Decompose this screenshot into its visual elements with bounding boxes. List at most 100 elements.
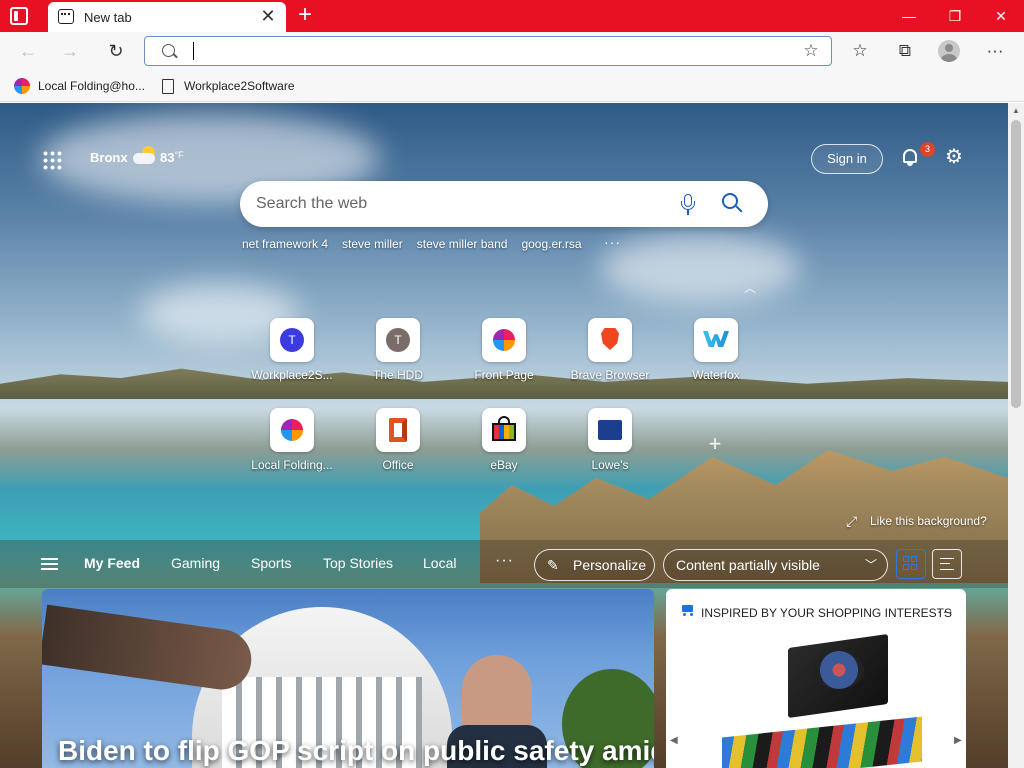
content-visibility-value: Content partially visible [676, 557, 820, 573]
like-background-label: Like this background? [870, 514, 987, 528]
pencil-icon: ✎ [547, 557, 559, 573]
tab-title: New tab [84, 10, 132, 25]
microphone-icon[interactable] [681, 194, 695, 216]
search-input[interactable] [256, 193, 656, 215]
grid-layout-button[interactable] [896, 549, 926, 579]
favorite-label: Local Folding@ho... [38, 79, 145, 93]
feed-more-button[interactable]: ··· [495, 552, 514, 570]
forward-button[interactable]: → [56, 37, 84, 65]
quick-link-workplace2software[interactable]: T Workplace2S... [244, 318, 340, 398]
quick-link-ebay[interactable]: eBay [456, 408, 552, 488]
news-photo-hand [42, 604, 256, 694]
web-search-box[interactable] [240, 181, 768, 227]
tab-actions-icon[interactable] [10, 7, 28, 25]
shopping-card[interactable]: INSPIRED BY YOUR SHOPPING INTERESTS ··· … [666, 589, 966, 768]
quick-link-the-hdd[interactable]: T The HDD [350, 318, 446, 398]
content-visibility-dropdown[interactable]: Content partially visible ﹀ [663, 549, 888, 581]
close-window-button[interactable]: ✕ [978, 0, 1024, 32]
tab-my-feed[interactable]: My Feed [84, 555, 140, 571]
like-background-button[interactable]: ⤢ Like this background? [846, 514, 987, 528]
quick-link-label: Lowe's [591, 458, 629, 472]
quick-link-label: Front Page [474, 368, 534, 382]
list-layout-button[interactable] [932, 549, 962, 579]
back-button[interactable]: ← [14, 37, 42, 65]
quick-link-front-page[interactable]: Front Page [456, 318, 552, 398]
profile-avatar[interactable] [938, 40, 960, 62]
navigation-toolbar: ← → ↻ ☆ ☆ ⧉ ··· [0, 32, 1024, 70]
gear-icon[interactable]: ⚙ [944, 147, 964, 167]
bell-icon[interactable] [901, 148, 919, 166]
trending-search-item[interactable]: goog.er.rsa [521, 237, 581, 251]
letter-avatar-icon: T [376, 318, 420, 362]
chevron-up-icon[interactable]: ︿ [744, 279, 758, 295]
office-icon [376, 408, 420, 452]
search-icon [162, 44, 175, 57]
text-caret [193, 42, 194, 60]
carousel-prev-icon[interactable]: ◀ [670, 735, 678, 746]
new-tab-page: Bronx 83°F Sign in 3 ⚙ net framework 4 s… [0, 103, 1008, 768]
weather-location[interactable]: Bronx [90, 150, 128, 165]
multicolor-flower-icon [482, 318, 526, 362]
add-quick-link-button[interactable]: + [706, 433, 724, 455]
scroll-up-icon[interactable]: ▲ [1011, 106, 1021, 116]
favorites-bar: Local Folding@ho... Workplace2Software [0, 70, 1024, 102]
favorite-workplace2software[interactable]: Workplace2Software [160, 76, 295, 96]
quick-link-label: Brave Browser [570, 368, 650, 382]
personalize-button[interactable]: ✎ Personalize [534, 549, 655, 581]
tab-close-icon[interactable]: ✕ [258, 6, 278, 26]
restore-button[interactable]: ❐ [932, 0, 978, 32]
trending-more-button[interactable]: ··· [604, 234, 621, 250]
minimize-button[interactable]: — [886, 0, 932, 32]
trending-search-item[interactable]: net framework 4 [242, 237, 328, 251]
card-more-button[interactable]: ··· [937, 603, 954, 619]
quick-link-label: The HDD [372, 368, 423, 382]
shopping-card-title: INSPIRED BY YOUR SHOPPING INTERESTS [701, 606, 952, 620]
top-story-card[interactable]: Biden to flip GOP script on public safet… [42, 589, 654, 768]
multicolor-flower-icon [14, 78, 30, 94]
quick-link-label: Workplace2S... [251, 368, 333, 382]
search-icon[interactable] [722, 193, 744, 215]
address-input[interactable] [191, 42, 781, 60]
news-headline[interactable]: Biden to flip GOP script on public safet… [58, 735, 654, 767]
add-favorite-icon[interactable]: ☆ [801, 41, 821, 61]
tab-new-tab[interactable]: New tab ✕ [48, 2, 286, 32]
settings-and-more-button[interactable]: ··· [980, 37, 1010, 65]
quick-link-office[interactable]: Office [350, 408, 446, 488]
trending-search-item[interactable]: steve miller [342, 237, 403, 251]
weather-temperature[interactable]: 83°F [160, 150, 184, 165]
partly-cloudy-icon [133, 146, 157, 166]
tab-top-stories[interactable]: Top Stories [323, 555, 393, 571]
refresh-button[interactable]: ↻ [102, 37, 130, 65]
trending-search-item[interactable]: steve miller band [417, 237, 508, 251]
expand-icon: ⤢ [846, 513, 858, 529]
scrollbar-thumb[interactable] [1011, 120, 1021, 408]
notification-badge: 3 [920, 142, 935, 157]
grid-icon [903, 556, 919, 572]
multicolor-flower-icon [270, 408, 314, 452]
app-launcher-icon[interactable] [42, 150, 62, 170]
new-tab-button[interactable]: + [293, 2, 317, 28]
sign-in-button[interactable]: Sign in [811, 144, 883, 174]
quick-link-brave-browser[interactable]: Brave Browser [562, 318, 658, 398]
feed-navigation: My Feed Gaming Sports Top Stories Local … [0, 540, 1008, 588]
favorite-label: Workplace2Software [184, 79, 295, 93]
trending-searches: net framework 4 steve miller steve mille… [242, 237, 582, 251]
hamburger-menu-icon[interactable] [41, 558, 58, 570]
collections-button[interactable]: ⧉ [890, 37, 920, 65]
favorites-button[interactable]: ☆ [845, 37, 875, 65]
quick-link-local-folding[interactable]: Local Folding... [244, 408, 340, 488]
quick-link-label: Local Folding... [251, 458, 333, 472]
address-bar[interactable]: ☆ [144, 36, 832, 66]
favorite-local-folding[interactable]: Local Folding@ho... [14, 76, 145, 96]
carousel-next-icon[interactable]: ▶ [954, 735, 962, 746]
chevron-down-icon: ﹀ [864, 558, 877, 572]
lowes-logo-icon [588, 408, 632, 452]
waterfox-icon [694, 318, 738, 362]
product-image-cases [722, 716, 922, 768]
tab-local[interactable]: Local [423, 555, 456, 571]
personalize-label: Personalize [573, 557, 647, 573]
tab-sports[interactable]: Sports [251, 555, 291, 571]
tab-gaming[interactable]: Gaming [171, 555, 220, 571]
quick-link-waterfox[interactable]: Waterfox [668, 318, 764, 398]
quick-link-lowes[interactable]: Lowe's [562, 408, 658, 488]
